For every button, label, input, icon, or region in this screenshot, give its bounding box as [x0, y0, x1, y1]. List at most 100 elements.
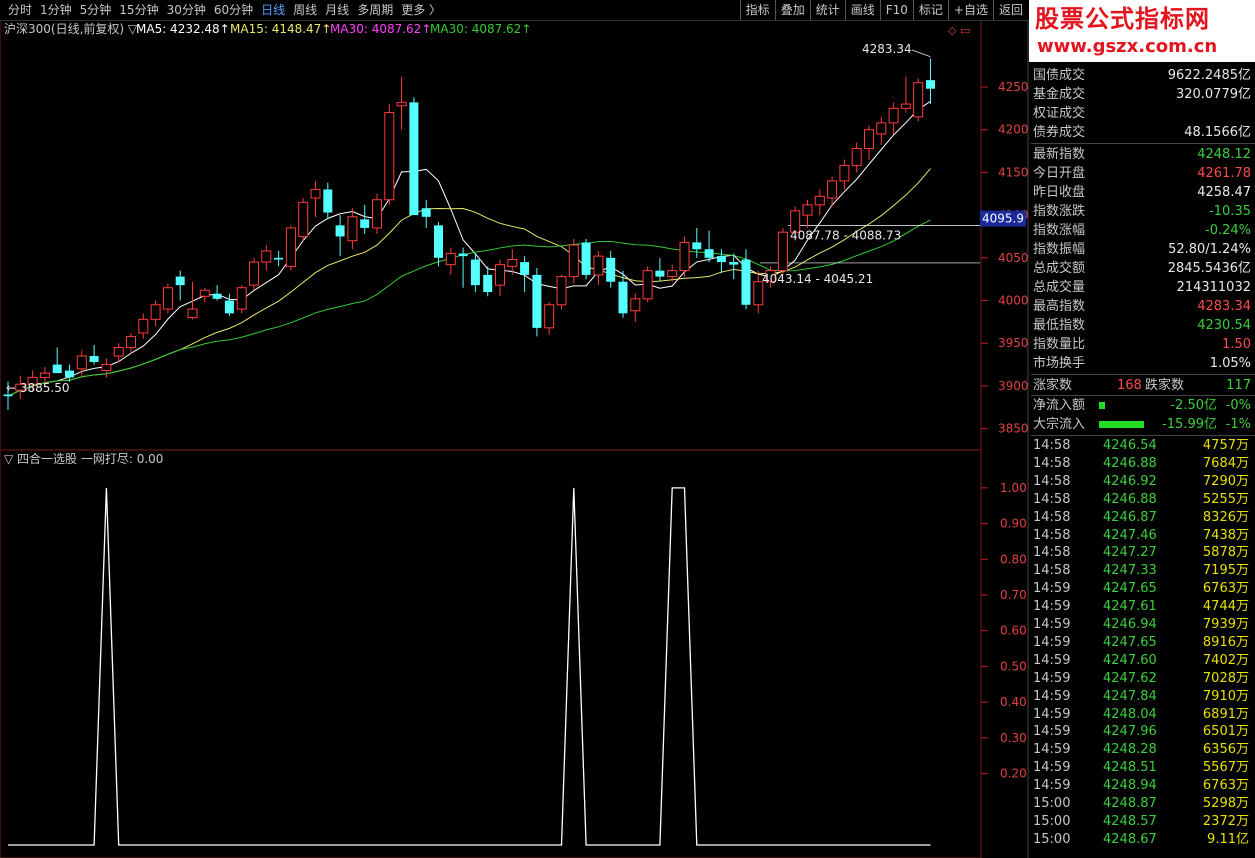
tick-volume: 7939万 [1202, 617, 1249, 632]
quote-row: 最新指数 4248.12 [1031, 145, 1253, 164]
period-tab[interactable]: 更多 〉 [397, 2, 445, 18]
ma30b-legend: MA30: 4087.62↑ [430, 22, 531, 36]
quote-row: 基金成交 320.0779亿 [1031, 85, 1253, 104]
candle-body [900, 103, 911, 109]
candle-body [212, 293, 222, 299]
sub-axis-label: 0.60 [1000, 624, 1027, 638]
candle-body [741, 259, 751, 305]
quote-label: 指数量比 [1033, 337, 1086, 352]
tick-time: 14:59 [1033, 742, 1071, 758]
candle-body [347, 216, 358, 242]
toolbar-button[interactable]: 画线 [844, 0, 880, 20]
candle-body [913, 82, 924, 118]
tick-row: 14:59 4247.62 7028万 [1031, 670, 1253, 688]
tick-time: 14:59 [1033, 617, 1071, 632]
period-tab[interactable]: 月线 [321, 2, 353, 18]
tick-row: 14:59 4247.60 7402万 [1031, 652, 1253, 670]
axis-label: 4050 [998, 251, 1029, 265]
candle-body [162, 287, 173, 310]
tick-time: 14:59 [1033, 599, 1071, 615]
tick-price: 4247.46 [1103, 527, 1157, 543]
quote-row: 国债成交 9622.2485亿 [1031, 66, 1253, 85]
period-tab[interactable]: 5分钟 [76, 2, 116, 18]
tick-price: 4246.88 [1103, 455, 1157, 471]
toolbar-button[interactable]: 叠加 [774, 0, 810, 20]
quote-label: 最新指数 [1033, 147, 1086, 162]
chart-legend: 沪深300(日线,前复权) ▽ MA5: 4232.48↑ MA15: 4148… [4, 21, 531, 466]
divider [1031, 374, 1255, 375]
candle-body [126, 335, 136, 349]
tick-volume: 9.11亿 [1207, 831, 1249, 847]
quote-value: 1.05% [1209, 356, 1251, 371]
breadth-row: 涨家数 168 跌家数 117 [1031, 376, 1253, 395]
candle-body [507, 259, 518, 267]
axis-label: 3850 [998, 422, 1029, 436]
tick-row: 14:59 4247.84 7910万 [1031, 688, 1253, 706]
flow-pct: -0% [1225, 398, 1251, 413]
quote-label: 指数振幅 [1033, 242, 1086, 257]
candle-body [495, 264, 505, 286]
flow-value: -2.50亿 [1170, 398, 1217, 413]
quote-row: 总成交额 2845.5436亿 [1031, 259, 1253, 278]
tick-volume: 6501万 [1202, 724, 1249, 740]
quote-row: 指数涨跌 -10.35 [1031, 202, 1253, 221]
toolbar-button[interactable]: 返回 [992, 0, 1028, 20]
down-count: 117 [1226, 378, 1251, 393]
toolbar-button[interactable]: 指标 [739, 0, 775, 20]
divider [1031, 435, 1255, 436]
candle-body [360, 219, 370, 228]
sub-axis-label: 0.20 [1000, 767, 1027, 781]
axis-label: 4200 [998, 123, 1029, 137]
candle-body [372, 199, 382, 229]
candle-body [667, 270, 678, 278]
axis-label: 4150 [998, 165, 1029, 179]
toolbar-button[interactable]: 标记 [912, 0, 948, 20]
candle-body [39, 372, 50, 378]
period-tab[interactable]: 分时 [4, 2, 36, 18]
quote-value: 9622.2485亿 [1167, 68, 1251, 83]
candle-body [802, 204, 813, 216]
tick-time: 14:58 [1033, 491, 1071, 507]
period-tab[interactable]: 日线 [257, 2, 289, 18]
period-tab[interactable]: 多周期 [353, 2, 397, 18]
toolbar: 分时 1分钟 5分钟 15分钟 30分钟 60分钟 日线 周线 月线 多周期 更多 〉 指标 叠加 统计… [0, 0, 1028, 21]
candle-body [101, 364, 112, 372]
ma5-line [7, 100, 931, 397]
flow-bar [1099, 402, 1105, 409]
range2-annotation: 4043.14 - 4045.21 [762, 272, 873, 286]
ma15-legend: MA15: 4148.47↑ [230, 22, 331, 36]
sub-axis-label: 0.80 [1000, 552, 1027, 566]
tick-price: 4247.61 [1103, 599, 1157, 615]
tick-volume: 7028万 [1202, 670, 1249, 686]
quote-value: 1.50 [1222, 337, 1251, 352]
period-tab[interactable]: 30分钟 [163, 2, 210, 18]
period-tab[interactable]: 15分钟 [115, 2, 162, 18]
toolbar-button[interactable]: 统计 [809, 0, 845, 20]
period-tab[interactable]: 1分钟 [36, 2, 76, 18]
tick-row: 14:58 4247.27 5878万 [1031, 544, 1253, 562]
tick-price: 4248.94 [1103, 778, 1157, 794]
tick-row: 14:58 4247.46 7438万 [1031, 527, 1253, 545]
candle-body [458, 253, 468, 257]
quote-row: 最高指数 4283.34 [1031, 297, 1253, 316]
tick-time: 14:59 [1033, 652, 1071, 668]
quote-value: 48.1566亿 [1184, 125, 1251, 140]
chart-frame [0, 19, 982, 858]
tick-row: 15:00 4248.57 2372万 [1031, 813, 1253, 831]
tick-row: 14:59 4246.94 7939万 [1031, 616, 1253, 634]
candle-body [814, 195, 825, 206]
tick-volume: 6763万 [1202, 778, 1249, 794]
tick-price: 4248.67 [1103, 831, 1157, 847]
kline-chart[interactable]: 4283.34 ← 3885.50 4087.78 - 4088.73 4043.14… [0, 0, 1030, 858]
candle-body [568, 244, 579, 278]
high-annotation: 4283.34 [862, 42, 912, 56]
sub-axis-label: 0.70 [1000, 588, 1027, 602]
index-name: 沪深300(日线,前复权) ▽ [4, 21, 138, 36]
period-tab[interactable]: 60分钟 [210, 2, 257, 18]
toolbar-button[interactable]: F10 [879, 0, 913, 20]
toolbar-button[interactable]: +自选 [947, 0, 993, 20]
tick-time: 14:59 [1033, 581, 1071, 597]
period-tab[interactable]: 周线 [289, 2, 321, 18]
candle-body [642, 270, 653, 300]
quote-label: 总成交量 [1033, 280, 1086, 295]
